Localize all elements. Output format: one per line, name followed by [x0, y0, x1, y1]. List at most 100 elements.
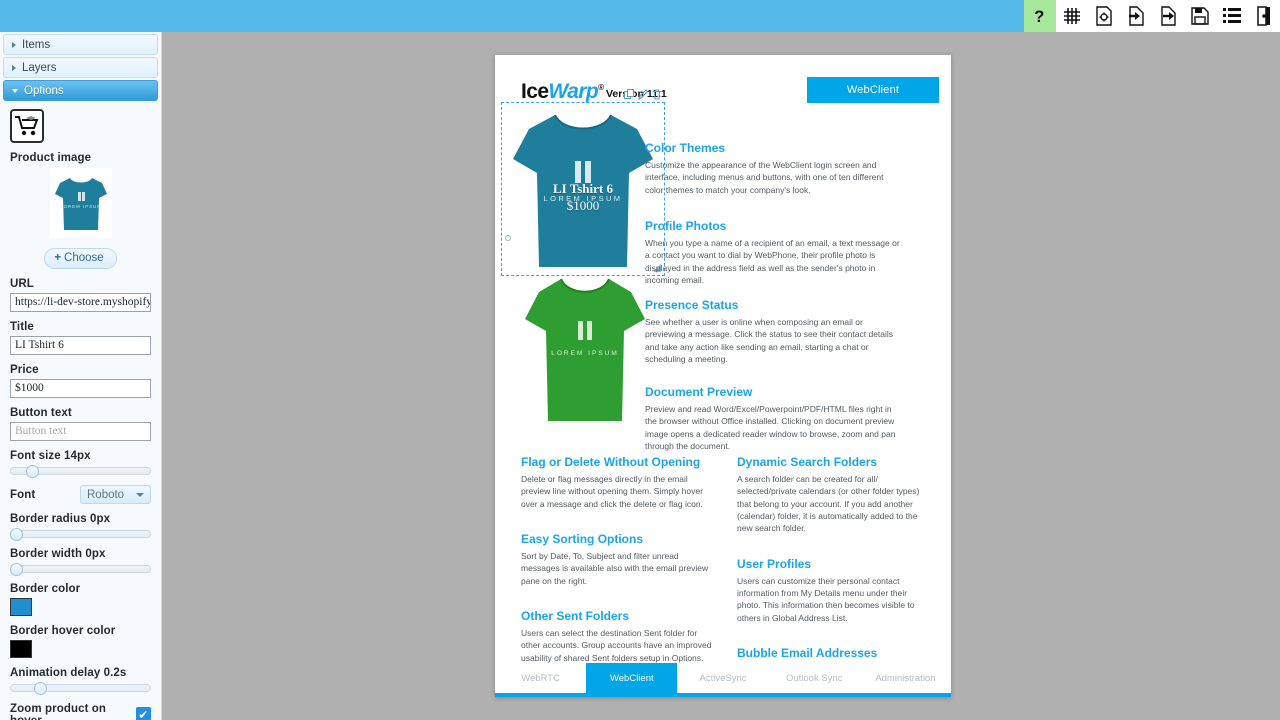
help-icon[interactable]: ?: [1024, 0, 1056, 32]
feature-title: Bubble Email Addresses: [737, 645, 878, 660]
rotate-handle[interactable]: [505, 235, 511, 241]
product-image-thumbnail[interactable]: LOREM IPSUM: [49, 168, 112, 238]
product-overlay-price: $1000: [566, 198, 600, 213]
feature-title: Other Sent Folders: [521, 608, 630, 623]
border-hover-color-swatch[interactable]: [10, 640, 32, 658]
accordion-label: Layers: [22, 61, 57, 74]
font-row: Font Roboto: [10, 485, 151, 504]
tab-webclient[interactable]: WebClient: [586, 663, 678, 693]
slider-knob[interactable]: [34, 682, 47, 695]
feature-title: User Profiles: [737, 556, 812, 571]
zoom-on-hover-row: Zoom product on hover ✔: [10, 703, 151, 720]
url-input[interactable]: https://li-dev-store.myshopify: [10, 293, 151, 312]
selected-product-frame[interactable]: LI Tshirt 6 $1000: [501, 89, 665, 276]
feature-easy-sorting: Easy Sorting Options Sort by Date, To, S…: [521, 532, 715, 587]
tab-administration[interactable]: Administration: [860, 663, 951, 693]
slider-track: [10, 530, 151, 538]
page-document[interactable]: IceWarp® Version 11.1 WebClient LOREM IP…: [495, 55, 951, 697]
exit-icon[interactable]: [1248, 0, 1280, 32]
feature-body: Sort by Date, To, Subject and filter unr…: [521, 550, 709, 586]
tab-outlook-sync[interactable]: Outlook Sync: [769, 663, 860, 693]
slider-knob[interactable]: [10, 563, 23, 576]
feature-body: Users can select the destination Sent fo…: [521, 627, 712, 663]
sidebar-accordion-options[interactable]: Options: [3, 80, 158, 101]
title-input[interactable]: LI Tshirt 6: [10, 336, 151, 355]
svg-text:LOREM IPSUM: LOREM IPSUM: [60, 204, 102, 209]
feature-title: Easy Sorting Options: [521, 531, 644, 546]
font-select[interactable]: Roboto: [80, 485, 151, 504]
feature-body: See whether a user is online when compos…: [645, 317, 894, 364]
product-image-label: Product image: [10, 152, 92, 164]
svg-text:?: ?: [1034, 7, 1044, 25]
selection-toolbar: [624, 87, 662, 105]
border-radius-slider[interactable]: [10, 528, 151, 541]
border-width-label: Border width 0px: [10, 548, 106, 560]
feature-user-profiles: User Profiles Users can customize their …: [737, 557, 931, 624]
chevron-right-icon: [12, 41, 16, 48]
edit-icon[interactable]: [637, 87, 649, 105]
slider-knob[interactable]: [10, 528, 23, 541]
document-tabs: WebRTC WebClient ActiveSync Outlook Sync…: [495, 663, 951, 697]
green-tshirt-image[interactable]: LOREM IPSUM: [520, 273, 650, 428]
webclient-badge[interactable]: WebClient: [807, 77, 939, 103]
list-icon[interactable]: [1216, 0, 1248, 32]
url-label: URL: [10, 278, 34, 290]
border-color-swatch[interactable]: [10, 598, 32, 616]
zoom-on-hover-label: Zoom product on hover: [10, 703, 107, 720]
feature-title: Flag or Delete Without Opening: [521, 455, 701, 469]
logo-registered-icon: ®: [598, 83, 604, 92]
feature-body: Preview and read Word/Excel/Powerpoint/P…: [645, 404, 896, 451]
border-hover-color-label: Border hover color: [10, 625, 116, 637]
chevron-right-icon: [12, 64, 16, 71]
sidebar-accordion-layers[interactable]: Layers: [3, 57, 158, 78]
price-input[interactable]: $1000: [10, 379, 151, 398]
feature-body: Users can customize their personal conta…: [737, 575, 915, 623]
plus-icon: +: [54, 252, 62, 264]
page-settings-icon[interactable]: [1088, 0, 1120, 32]
logo-part-ice: Ice: [521, 80, 549, 103]
product-overlay-text: LI Tshirt 6 $1000: [502, 181, 664, 214]
sidebar-accordion-items[interactable]: Items: [3, 34, 158, 55]
export-icon[interactable]: [1152, 0, 1184, 32]
feature-presence-status: Presence Status See whether a user is on…: [645, 298, 903, 365]
animation-delay-slider[interactable]: [10, 682, 151, 695]
feature-grid-left-column: Flag or Delete Without Opening Delete or…: [521, 455, 715, 697]
accordion-label: Items: [22, 38, 51, 51]
tab-activesync[interactable]: ActiveSync: [677, 663, 768, 693]
slider-track: [10, 684, 151, 692]
product-overlay-title: LI Tshirt 6: [553, 181, 613, 196]
duplicate-icon[interactable]: [624, 87, 634, 105]
slider-track: [10, 565, 151, 573]
font-size-slider[interactable]: [10, 465, 151, 478]
zoom-on-hover-checkbox[interactable]: ✔: [135, 707, 151, 720]
feature-flag-or-delete: Flag or Delete Without Opening Delete or…: [521, 455, 715, 510]
shopping-cart-icon[interactable]: [10, 109, 44, 143]
choose-button[interactable]: + Choose: [44, 248, 117, 269]
editor-canvas[interactable]: IceWarp® Version 11.1 WebClient LOREM IP…: [162, 32, 1280, 720]
slider-knob[interactable]: [26, 465, 39, 478]
price-label: Price: [10, 364, 39, 376]
grid-icon[interactable]: [1056, 0, 1088, 32]
import-icon[interactable]: [1120, 0, 1152, 32]
logo-part-warp: Warp: [548, 80, 599, 103]
top-toolbar: ?: [0, 0, 1280, 32]
font-select-value: Roboto: [87, 488, 125, 501]
save-icon[interactable]: [1184, 0, 1216, 32]
feature-dynamic-search-folders: Dynamic Search Folders A search folder c…: [737, 455, 931, 535]
svg-text:LOREM IPSUM: LOREM IPSUM: [551, 350, 619, 357]
options-panel-body: Product image LOREM IPSUM + Choose URL ht…: [0, 101, 161, 720]
accordion-label: Options: [24, 84, 64, 97]
button-text-label: Button text: [10, 407, 72, 419]
feature-title: Profile Photos: [645, 219, 727, 233]
feature-title: Dynamic Search Folders: [737, 455, 878, 469]
feature-body: A search folder can be created for all/ …: [737, 474, 920, 534]
feature-grid: Flag or Delete Without Opening Delete or…: [521, 455, 931, 697]
feature-profile-photos: Profile Photos When you type a name of a…: [645, 219, 903, 286]
check-icon: ✔: [138, 708, 149, 720]
left-options-panel: Items Layers Options Product image LOREM…: [0, 32, 162, 720]
border-color-label: Border color: [10, 583, 81, 595]
tab-webrtc[interactable]: WebRTC: [495, 663, 586, 693]
delete-icon[interactable]: [652, 87, 662, 105]
border-width-slider[interactable]: [10, 563, 151, 576]
button-text-input[interactable]: Button text: [10, 422, 151, 441]
